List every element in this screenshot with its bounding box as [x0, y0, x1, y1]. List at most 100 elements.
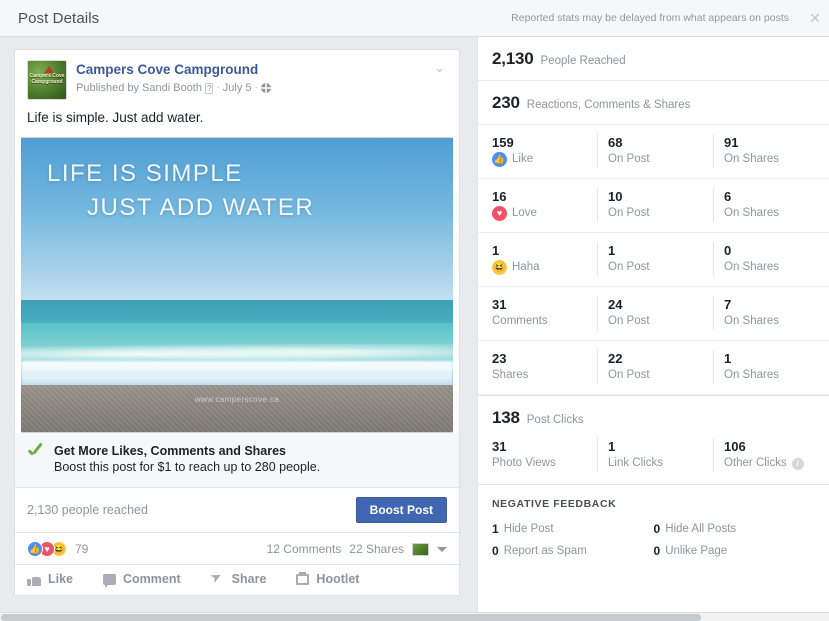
titlebar: Post Details Reported stats may be delay… [0, 0, 829, 37]
thumb-icon [27, 573, 41, 586]
close-icon[interactable]: ✕ [801, 0, 829, 37]
stat-value: 1 [724, 351, 732, 366]
stats-pane: 2,130 People Reached 230 Reactions, Comm… [477, 37, 829, 612]
post-preview-pane: Campers Cove Campground Campers Cove Camp… [0, 37, 470, 612]
stat-value: 16 [492, 189, 507, 204]
negative-feedback-label: Hide All Posts [665, 523, 737, 535]
stat-label: Other Clicks i [724, 455, 829, 472]
boost-title: Get More Likes, Comments and Shares [54, 444, 287, 458]
pane-gutter [470, 37, 477, 612]
globe-icon [260, 83, 271, 93]
stat-value: 106 [724, 439, 746, 454]
stat-cell-on-shares: 91 On Shares [713, 134, 829, 168]
share-button-label: Share [231, 572, 267, 586]
photo-caption-line1: LIFE IS SIMPLE [47, 160, 243, 187]
published-by: Published by Sandi Booth [76, 82, 202, 94]
stat-row-shares: 23 Shares 22 On Post 1 On Shares [478, 341, 829, 395]
stat-row-love: 16 ♥ Love 10 On Post 6 On Shares [478, 179, 829, 233]
post-meta: Campers Cove Campground Published by San… [76, 60, 271, 100]
stat-cell-total: 31 Comments [478, 296, 597, 330]
like-icon: 👍 [492, 152, 507, 167]
like-icon: 👍 [27, 541, 43, 557]
shares-count[interactable]: 22 Shares [349, 542, 404, 556]
scrollbar-thumb[interactable] [1, 614, 701, 621]
hootlet-icon [296, 571, 310, 585]
stat-value: 1 [608, 243, 616, 258]
stat-value: 0 [724, 243, 732, 258]
negative-feedback-item: 0 Unlike Page [654, 540, 816, 562]
stat-cell-link-clicks: 1 Link Clicks [597, 438, 713, 472]
post-photo[interactable]: LIFE IS SIMPLE JUST ADD WATER www.camper… [21, 137, 453, 433]
stat-label-text: Like [512, 153, 534, 165]
stat-row-comments: 31 Comments 24 On Post 7 On Shares [478, 287, 829, 341]
haha-icon: 😆 [492, 260, 507, 275]
post-clicks-label: Post Clicks [526, 414, 584, 426]
action-bar: Like Comment Share Hootlet [15, 565, 459, 595]
reach-row: 2,130 people reached Boost Post [15, 488, 459, 533]
avatar-label: Campers Cove Campground [29, 73, 65, 85]
reaction-pills[interactable]: 👍 ♥ 😆 [27, 541, 67, 557]
tent-icon [44, 66, 54, 73]
comment-icon [103, 573, 117, 588]
negative-feedback-value: 0 [653, 544, 661, 558]
reactions-summary-value: 230 [492, 93, 520, 112]
help-icon[interactable]: ? [204, 82, 214, 94]
negative-feedback-item: 0 Hide All Posts [654, 518, 816, 540]
stat-cell-other-clicks: 106 Other Clicks i [713, 438, 829, 472]
body-area: Campers Cove Campground Campers Cove Camp… [0, 37, 829, 621]
page-name-link[interactable]: Campers Cove Campground [76, 61, 271, 78]
stat-row-haha: 1 😆 Haha 1 On Post 0 On Shares [478, 233, 829, 287]
comment-button[interactable]: Comment [103, 572, 181, 588]
stat-label-text: Photo Views [492, 457, 556, 469]
negative-feedback-title: NEGATIVE FEEDBACK [492, 498, 617, 510]
reaction-count[interactable]: 79 [75, 542, 88, 556]
stat-cell-on-post: 22 On Post [597, 350, 713, 384]
post-card: Campers Cove Campground Campers Cove Camp… [14, 49, 460, 596]
post-thumbnail[interactable] [412, 542, 429, 556]
stat-value: 1 [492, 243, 500, 258]
stat-label-text: On Post [608, 153, 650, 165]
negative-feedback-label: Unlike Page [665, 545, 728, 557]
comments-count[interactable]: 12 Comments [267, 542, 342, 556]
negative-feedback-item: 1 Hide Post [492, 518, 654, 540]
chevron-down-icon-small[interactable] [437, 546, 447, 552]
chevron-down-icon[interactable]: ⌄ [434, 60, 447, 100]
stat-label-text: On Post [608, 261, 650, 273]
separator-dot-2: · [254, 82, 258, 93]
stat-value: 31 [492, 439, 507, 454]
stat-value: 6 [724, 189, 732, 204]
stat-value: 10 [608, 189, 623, 204]
stat-label-text: On Shares [724, 369, 779, 381]
stat-cell-on-post: 68 On Post [597, 134, 713, 168]
stat-label-text: On Shares [724, 261, 779, 273]
like-button[interactable]: Like [27, 572, 73, 586]
negative-feedback-value: 0 [653, 522, 661, 536]
stat-value: 91 [724, 135, 739, 150]
stat-cell-photo-views: 31 Photo Views [478, 438, 597, 472]
stat-cell-on-shares: 7 On Shares [713, 296, 829, 330]
stat-value: 24 [608, 297, 623, 312]
hootlet-button[interactable]: Hootlet [296, 571, 359, 586]
horizontal-scrollbar[interactable] [0, 612, 829, 621]
reactions-summary-stat: 230 Reactions, Comments & Shares [478, 81, 829, 125]
stat-cell-on-shares: 0 On Shares [713, 242, 829, 276]
stat-value: 31 [492, 297, 507, 312]
info-icon[interactable]: i [791, 457, 804, 470]
photo-sand [21, 384, 453, 432]
people-reached-label: People Reached [540, 55, 626, 67]
stat-cell-on-post: 1 On Post [597, 242, 713, 276]
boost-post-button[interactable]: Boost Post [355, 497, 447, 523]
negative-feedback-section: NEGATIVE FEEDBACK 1 Hide Post 0 Hide All… [478, 485, 829, 562]
stat-label: ♥ Love [492, 205, 597, 222]
negative-feedback-value: 0 [492, 544, 499, 558]
post-date[interactable]: July 5 [223, 80, 252, 96]
stat-label-text: Link Clicks [608, 457, 663, 469]
share-button[interactable]: Share [211, 572, 267, 586]
stat-cell-total: 23 Shares [478, 350, 597, 384]
boost-subtitle: Boost this post for $1 to reach up to 28… [54, 460, 321, 474]
stat-value: 7 [724, 297, 732, 312]
negative-feedback-label: Hide Post [503, 523, 554, 535]
boost-promo: Get More Likes, Comments and Shares Boos… [15, 433, 459, 488]
separator-dot-1: · [216, 82, 220, 93]
avatar[interactable]: Campers Cove Campground [27, 60, 67, 100]
